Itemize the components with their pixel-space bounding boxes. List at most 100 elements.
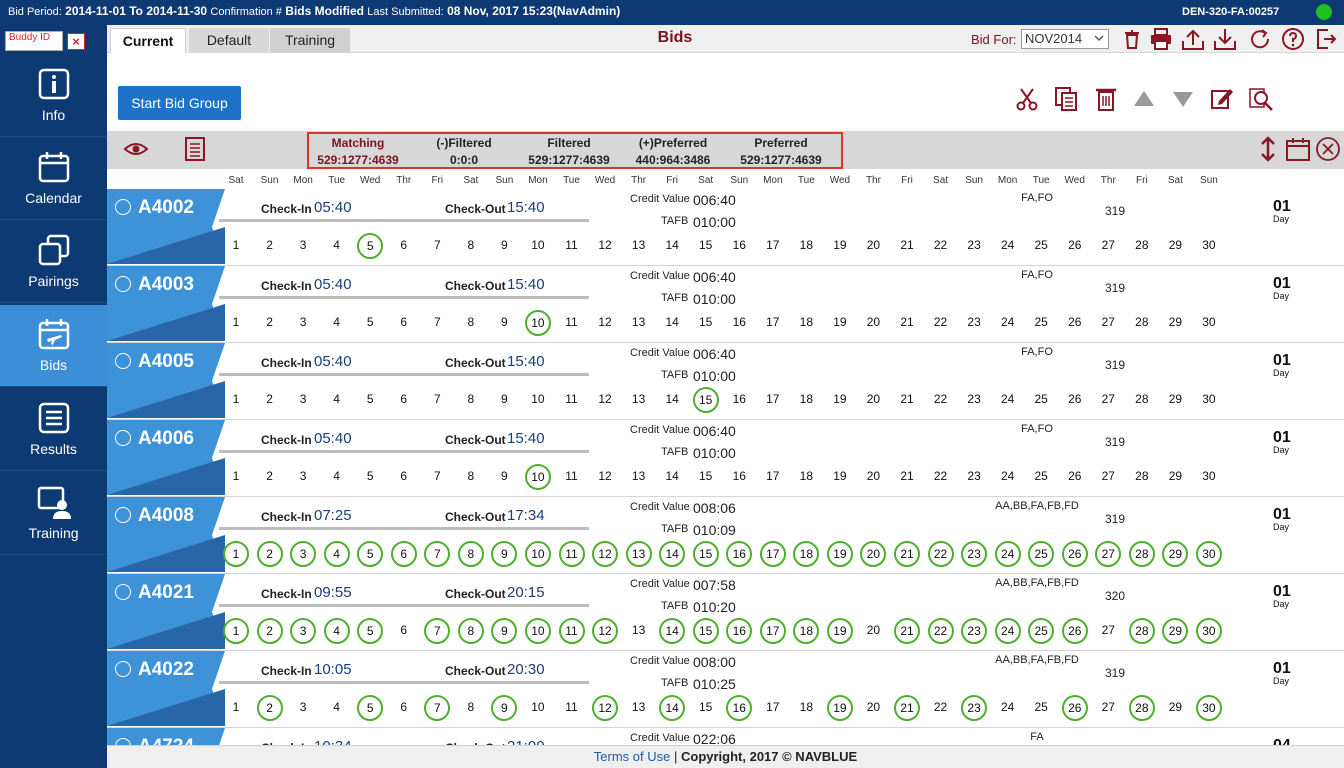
calendar-day[interactable]: 21 <box>894 464 920 490</box>
calendar-day[interactable]: 6 <box>391 310 417 336</box>
calendar-day[interactable]: 26 <box>1062 310 1088 336</box>
sidebar-item-results[interactable]: Results <box>0 389 107 471</box>
calendar-day[interactable]: 11 <box>558 618 585 644</box>
calendar-day[interactable]: 21 <box>894 310 920 336</box>
calendar-day[interactable]: 5 <box>357 387 383 413</box>
trash-icon[interactable] <box>1120 27 1144 51</box>
calendar-day[interactable]: 17 <box>759 541 786 567</box>
calendar-day[interactable]: 15 <box>693 695 719 721</box>
calendar-day[interactable]: 2 <box>256 541 283 567</box>
calendar-day[interactable]: 7 <box>424 464 450 490</box>
calendar-day[interactable]: 14 <box>659 618 686 644</box>
calendar-day[interactable]: 11 <box>558 541 585 567</box>
help-icon[interactable] <box>1281 27 1305 51</box>
calendar-day[interactable]: 4 <box>324 695 350 721</box>
calendar-day[interactable]: 20 <box>860 618 886 644</box>
calendar-day[interactable]: 21 <box>894 541 920 567</box>
calendar-day[interactable]: 29 <box>1162 233 1188 259</box>
pairing-row[interactable]: A4021 Check-In 09:55 Check-Out 20:15 Cre… <box>107 574 1344 651</box>
calendar-day[interactable]: 15 <box>693 310 719 336</box>
calendar-day[interactable]: 18 <box>793 541 820 567</box>
calendar-day[interactable]: 19 <box>827 233 853 259</box>
calendar-day[interactable]: 21 <box>894 387 920 413</box>
calendar-day[interactable]: 18 <box>793 618 820 644</box>
calendar-day[interactable]: 16 <box>726 618 753 644</box>
calendar-day[interactable]: 6 <box>391 695 417 721</box>
calendar-day[interactable]: 25 <box>1028 233 1054 259</box>
sidebar-item-bids[interactable]: Bids <box>0 305 107 387</box>
calendar-day[interactable]: 25 <box>1028 695 1054 721</box>
calendar-day[interactable]: 22 <box>928 233 954 259</box>
calendar-day[interactable]: 4 <box>324 233 350 259</box>
calendar-day[interactable]: 30 <box>1196 233 1222 259</box>
calendar-day[interactable]: 18 <box>793 233 819 259</box>
calendar-day[interactable]: 7 <box>424 310 450 336</box>
calendar-day[interactable]: 1 <box>223 387 249 413</box>
calendar-day[interactable]: 23 <box>961 387 987 413</box>
calendar-day[interactable]: 15 <box>693 464 719 490</box>
calendar-day[interactable]: 20 <box>860 310 886 336</box>
calendar-day[interactable]: 23 <box>961 310 987 336</box>
calendar-day[interactable]: 10 <box>524 464 551 490</box>
calendar-day[interactable]: 24 <box>994 541 1021 567</box>
calendar-day[interactable]: 19 <box>827 464 853 490</box>
calendar-day[interactable]: 12 <box>592 541 619 567</box>
calendar-day[interactable]: 5 <box>357 618 384 644</box>
calendar-day[interactable]: 1 <box>223 233 249 259</box>
calendar-day[interactable]: 24 <box>995 387 1021 413</box>
calendar-day[interactable]: 11 <box>559 464 585 490</box>
calendar-day[interactable]: 29 <box>1162 310 1188 336</box>
calendar-day[interactable]: 5 <box>357 464 383 490</box>
calendar-day[interactable]: 15 <box>693 233 719 259</box>
calendar-day[interactable]: 6 <box>391 618 417 644</box>
calendar-day[interactable]: 8 <box>457 618 484 644</box>
calendar-day[interactable]: 28 <box>1128 541 1155 567</box>
calendar-day[interactable]: 28 <box>1129 464 1155 490</box>
calendar-day[interactable]: 21 <box>894 618 920 644</box>
calendar-day[interactable]: 10 <box>524 541 551 567</box>
calendar-day[interactable]: 26 <box>1062 233 1088 259</box>
calendar-day[interactable]: 22 <box>928 310 954 336</box>
pairing-row[interactable]: A4003 Check-In 05:40 Check-Out 15:40 Cre… <box>107 266 1344 343</box>
calendar-day[interactable]: 14 <box>659 310 685 336</box>
calendar-day[interactable]: 15 <box>692 541 719 567</box>
calendar-day[interactable]: 13 <box>626 387 652 413</box>
calendar-day[interactable]: 14 <box>659 541 686 567</box>
calendar-day[interactable]: 6 <box>391 233 417 259</box>
calendar-day[interactable]: 17 <box>760 310 786 336</box>
bid-for-select[interactable]: NOV2014 <box>1021 29 1109 49</box>
calendar-day[interactable]: 10 <box>525 695 551 721</box>
calendar-day[interactable]: 30 <box>1195 695 1222 721</box>
buddy-id-input[interactable]: Buddy ID <box>5 31 63 51</box>
calendar-day[interactable]: 20 <box>860 541 887 567</box>
pairing-select-radio[interactable] <box>115 584 131 600</box>
calendar-day[interactable]: 30 <box>1195 618 1222 644</box>
calendar-day[interactable]: 13 <box>626 464 652 490</box>
calendar-day[interactable]: 2 <box>257 233 283 259</box>
pairing-row[interactable]: A4022 Check-In 10:05 Check-Out 20:30 Cre… <box>107 651 1344 728</box>
buddy-clear-button[interactable]: × <box>67 33 85 50</box>
calendar-day[interactable]: 30 <box>1195 541 1222 567</box>
calendar-day[interactable]: 7 <box>424 618 451 644</box>
calendar-day[interactable]: 22 <box>928 695 954 721</box>
print-icon[interactable] <box>1149 27 1173 51</box>
calendar-day[interactable]: 22 <box>928 387 954 413</box>
calendar-day[interactable]: 26 <box>1062 464 1088 490</box>
calendar-day[interactable]: 3 <box>290 695 316 721</box>
calendar-day[interactable]: 18 <box>793 695 819 721</box>
calendar-day[interactable]: 11 <box>559 233 585 259</box>
calendar-day[interactable]: 25 <box>1028 310 1054 336</box>
calendar-day[interactable]: 18 <box>793 464 819 490</box>
stat-minus-filtered[interactable]: (-)Filtered 0:0:0 <box>409 136 519 167</box>
calendar-day[interactable]: 1 <box>223 541 249 567</box>
calendar-day[interactable]: 20 <box>860 695 886 721</box>
calendar-day[interactable]: 6 <box>390 541 417 567</box>
calendar-day[interactable]: 19 <box>826 618 853 644</box>
calendar-day[interactable]: 15 <box>692 387 719 413</box>
calendar-day[interactable]: 6 <box>391 464 417 490</box>
calendar-day[interactable]: 12 <box>592 618 619 644</box>
calendar-day[interactable]: 29 <box>1162 464 1188 490</box>
calendar-day[interactable]: 11 <box>559 695 585 721</box>
calendar-day[interactable]: 22 <box>927 618 954 644</box>
refresh-icon[interactable] <box>1248 27 1272 51</box>
